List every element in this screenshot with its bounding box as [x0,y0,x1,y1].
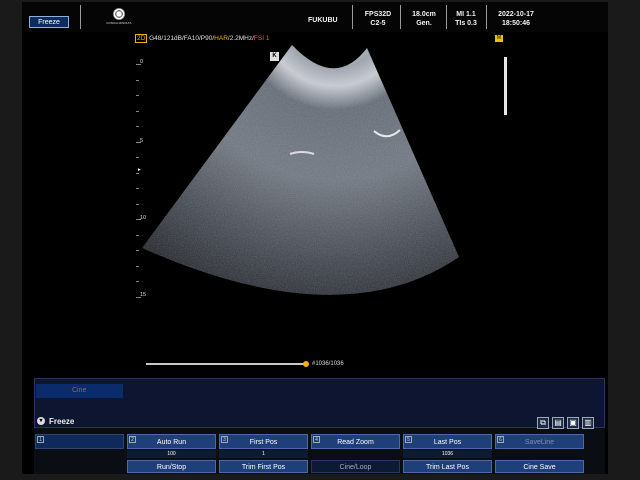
first-pos-value: 1 [219,450,308,458]
save-file-icon[interactable]: ▥ [582,417,594,429]
cine-control-panel: Cine ▾ Freeze ⧉ ▤ ▣ ▥ 1 Auto Run 2 100 Ru… [34,378,605,474]
panel-title: ▾ Freeze [37,417,74,426]
panel-title-text: Freeze [49,417,75,426]
run-stop-button[interactable]: Run/Stop [127,460,216,473]
depth-tick [136,296,141,298]
tgc-indicator [504,57,507,115]
last-pos-button[interactable]: Last Pos [403,434,492,449]
depth-tick [136,281,139,282]
depth-tick [136,250,139,251]
cine-save-button[interactable]: Cine Save [495,460,584,473]
depth-tick [136,203,139,205]
softkey-1-empty [35,434,124,449]
softkey-number: 6 [497,436,504,443]
first-pos-button[interactable]: First Pos [219,434,308,449]
depth-tick [136,265,139,267]
save-line-button[interactable]: SaveLine [495,434,584,449]
camera-icon[interactable]: ⧉ [537,417,549,429]
clipboard-icon[interactable]: ▤ [552,417,564,429]
softkey-number: 2 [129,436,136,443]
depth-tick [136,219,141,220]
softkey-number: 3 [221,436,228,443]
depth-label: 10 [140,215,147,221]
auto-run-value: 100 [127,450,216,458]
cine-slider-track[interactable] [146,363,306,365]
depth-tick [136,234,139,236]
frame-counter: #1036/1036 [312,361,344,367]
softkey-number: 1 [37,436,44,443]
read-zoom-button[interactable]: Read Zoom [311,434,400,449]
depth-tick [136,110,139,112]
depth-tick [136,64,141,65]
depth-tick [136,141,141,143]
depth-tick [136,188,139,189]
softkey-number: 4 [313,436,320,443]
cine-loop-button[interactable]: Cine/Loop [311,460,400,473]
trim-last-pos-button[interactable]: Trim Last Pos [403,460,492,473]
ultrasound-screen: Freeze KONICA MINOLTA FUKUBU FPS32D C2-5… [22,2,608,474]
trim-first-pos-button[interactable]: Trim First Pos [219,460,308,473]
disk-icon[interactable]: ▣ [567,417,579,429]
depth-tick [136,126,139,127]
chevron-down-icon[interactable]: ▾ [37,417,45,425]
depth-tick [136,79,139,81]
last-pos-value: 1036 [403,450,492,458]
tab-cine[interactable]: Cine [36,384,123,398]
depth-tick [136,172,139,174]
orientation-marker: K [270,52,279,61]
tissue-speckle [142,45,459,295]
softkey-number: 5 [405,436,412,443]
depth-tick [136,95,139,96]
auto-run-button[interactable]: Auto Run [127,434,216,449]
depth-tick [136,157,139,158]
cine-slider-handle[interactable] [303,361,309,367]
panel-header: Cine ▾ Freeze ⧉ ▤ ▣ ▥ [34,378,605,429]
